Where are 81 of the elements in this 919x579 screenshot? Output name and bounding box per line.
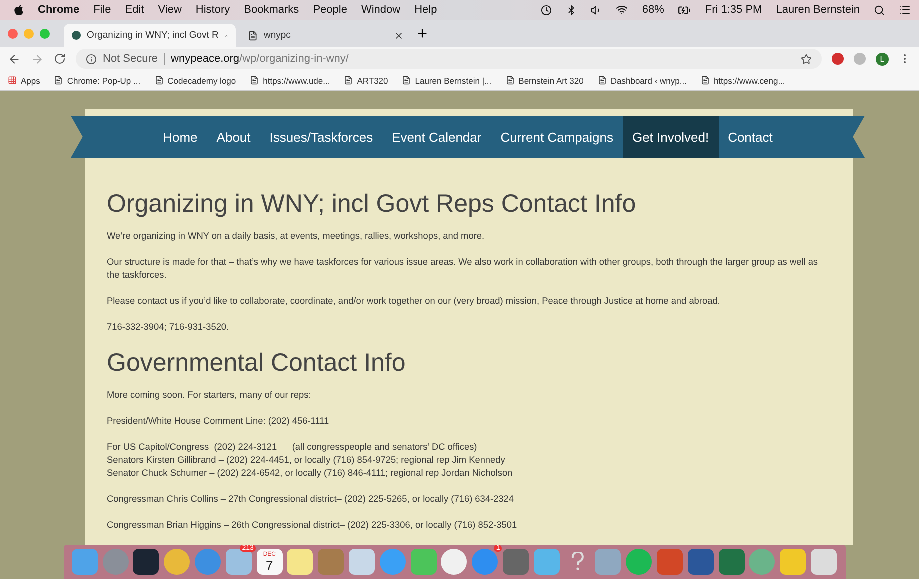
menu-item[interactable]: People [313, 4, 348, 16]
nav-link[interactable]: Home [154, 116, 208, 158]
bookmark[interactable]: Lauren Bernstein |... [402, 76, 492, 86]
nav-link[interactable]: Issues/Taskforces [260, 116, 383, 158]
menu-item[interactable]: Edit [125, 4, 144, 16]
page-icon [250, 76, 260, 85]
browser-tab[interactable]: wnypc [240, 24, 412, 47]
page-icon [248, 30, 258, 40]
page-icon [402, 76, 412, 85]
page-icon [154, 76, 164, 85]
forward-icon[interactable] [31, 52, 44, 66]
clock[interactable]: Fri 1:35 PM [705, 4, 762, 16]
menu-item[interactable]: Bookmarks [244, 4, 300, 16]
back-icon[interactable] [8, 52, 21, 66]
address-field[interactable]: Not Secure wnypeace.org/wp/organizing-in-wny/ [76, 49, 822, 69]
reload-icon[interactable] [54, 53, 66, 65]
app-icon[interactable] [164, 549, 190, 575]
paragraph: More coming soon. For starters, many of our reps: [107, 389, 312, 402]
close-icon[interactable] [394, 30, 404, 40]
bookmark[interactable]: https://www.ude... [250, 76, 330, 86]
volume-icon[interactable] [591, 4, 602, 16]
battery-percentage: 68% [642, 4, 664, 16]
paragraph: Our structure is made for that – that’s why we have taskforces for various issue areas. We also work in collaboration with other groups, both through the larger group as well as the taskforces. [107, 256, 820, 282]
page-icon [344, 76, 354, 85]
page-icon [506, 76, 515, 85]
battery-icon[interactable] [678, 4, 692, 16]
paragraph: Congressman Chris Collins – 27th Congressional district– (202) 225-5265, or locally (716) 634-2324 [107, 493, 516, 506]
profile-avatar[interactable]: L [876, 52, 889, 66]
bookmark[interactable]: Chrome: Pop-Up ... [54, 76, 141, 86]
user-name[interactable]: Lauren Bernstein [776, 4, 860, 16]
menu-item[interactable]: Window [361, 4, 401, 16]
nav-link[interactable]: About [207, 116, 260, 158]
app-icon[interactable] [811, 549, 838, 575]
page-heading: Governmental Contact Info [107, 348, 407, 379]
bluetooth-icon[interactable] [566, 4, 578, 16]
menu-item[interactable]: History [196, 4, 230, 16]
bookmark[interactable]: Apps [8, 76, 40, 86]
paragraph: Congressman Brian Higgins – 26th Congressional district– (202) 225-3306, or locally (716) 852-3501 [107, 519, 518, 532]
paragraph: 716-332-3904; 716-931-3520. [107, 321, 230, 334]
menu-item[interactable]: Help [414, 4, 438, 16]
app-icon[interactable] [133, 549, 160, 575]
extension-icon[interactable] [832, 53, 844, 65]
paragraph: Please contact us if you’d like to collaborate, coordinate, and/or work together on our (very broad) mission, Peace through Justice at home and abroad. [107, 295, 722, 308]
app-menu[interactable]: Chrome [38, 4, 80, 16]
site-favicon-icon [72, 31, 81, 40]
nav-link[interactable]: Contact [718, 116, 782, 158]
zoom-window-button[interactable] [40, 28, 50, 38]
new-tab-icon[interactable] [416, 27, 429, 40]
bookmark[interactable]: Codecademy logo [154, 76, 236, 86]
bookmark[interactable]: https://www.ceng... [700, 76, 786, 86]
app-icon[interactable] [441, 549, 468, 575]
browser-tab[interactable]: Organizing in WNY; incl Govt R [64, 24, 236, 47]
url-text: wnypeace.org/wp/organizing-in-wny/ [171, 53, 349, 65]
paragraph: For US Capitol/Congress (202) 224-3121 (all congresspeople and senators’ DC offices) Senators Kirsten Gillibrand – (202) 224-4451, or locally (716) 854-9725; regional rep Jim Kennedy Senator Chuck Schumer – (202) 224-6542, or locally (716) 846-4111; regional rep Jordan Nicholson [107, 441, 514, 480]
security-label: Not Secure [103, 53, 158, 65]
bookmark[interactable]: Bernstein Art 320 [506, 76, 584, 86]
app-icon[interactable] [780, 549, 806, 575]
star-icon[interactable] [801, 54, 812, 64]
app-icon[interactable] [688, 549, 714, 575]
app-icon[interactable] [349, 549, 376, 575]
nav-link[interactable]: Get Involved! [622, 116, 719, 158]
page-icon [54, 76, 64, 85]
grid-icon [8, 76, 17, 85]
page-icon [598, 76, 607, 85]
paragraph: President/White House Comment Line: (202) 456-1111 [107, 415, 330, 428]
menu-item[interactable]: File [94, 4, 112, 16]
info-icon[interactable] [86, 54, 97, 64]
time-machine-icon[interactable] [541, 4, 552, 16]
nav-link[interactable]: Current Campaigns [491, 116, 623, 158]
search-icon[interactable] [874, 4, 885, 16]
bookmark[interactable]: ART320 [344, 76, 388, 86]
page-heading: Organizing in WNY; incl Govt Reps Contact Info [107, 189, 638, 220]
menu-item[interactable]: View [158, 4, 182, 16]
bookmark[interactable]: Dashboard ‹ wnyp... [598, 76, 687, 86]
close-window-button[interactable] [8, 28, 18, 38]
app-icon[interactable] [287, 549, 314, 575]
calendar-day: 7 [266, 558, 274, 572]
paragraph: We’re organizing in WNY on a daily basis, at events, meetings, rallies, workshops, and more. [107, 230, 486, 243]
page-icon [700, 76, 710, 85]
nav-link[interactable]: Event Calendar [382, 116, 492, 158]
apple-logo-icon[interactable] [14, 4, 24, 16]
